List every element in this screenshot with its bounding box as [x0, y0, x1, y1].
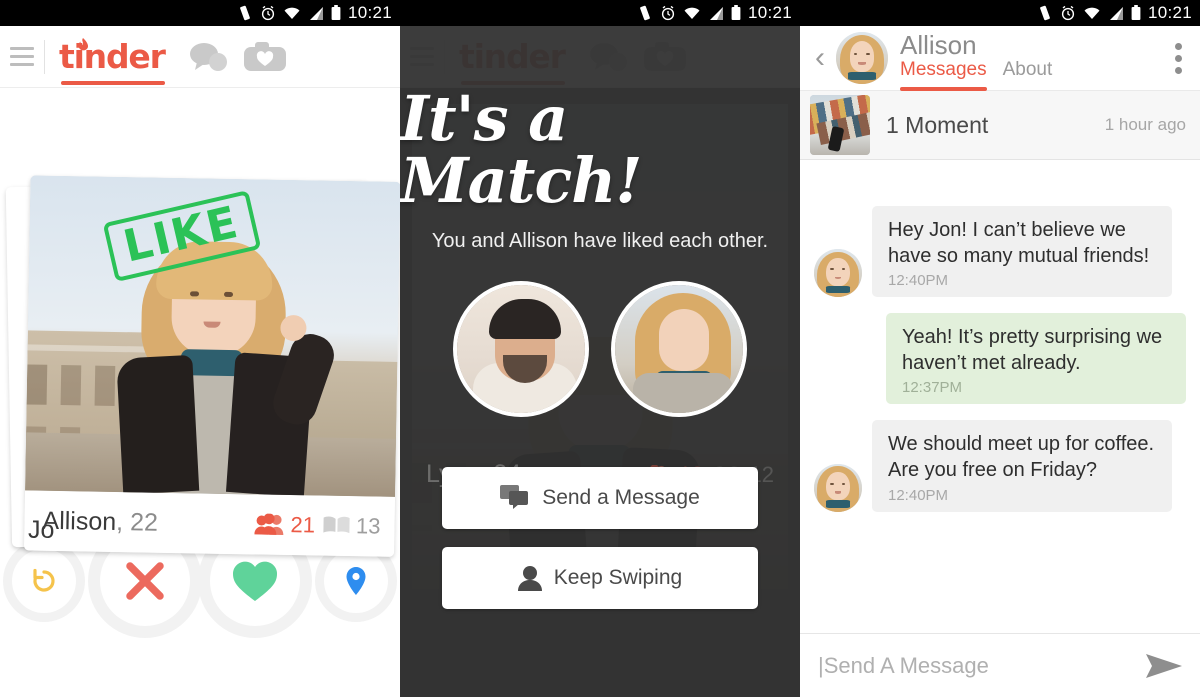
vibrate-icon	[1040, 5, 1050, 21]
alarm-icon	[1061, 5, 1075, 21]
message-bubble: We should meet up for coffee. Are you fr…	[872, 420, 1172, 512]
vibrate-icon	[240, 5, 250, 21]
common-interests-stat: 13	[322, 513, 381, 540]
flame-icon	[78, 38, 89, 51]
alarm-icon	[261, 5, 275, 21]
heart-icon	[232, 561, 278, 601]
chat-tabs: Messages About	[900, 59, 1053, 92]
wifi-icon	[1084, 7, 1100, 19]
message-row: Hey Jon! I can’t believe we have so many…	[814, 206, 1186, 298]
kebab-menu-icon[interactable]	[1169, 37, 1188, 80]
screen-swipe-deck: 10:21 tinder Jo LIKE Allison, 22 21 13	[0, 0, 400, 697]
message-composer[interactable]: |Send A Message	[800, 633, 1200, 697]
signal-icon	[1109, 6, 1123, 20]
profile-photo: LIKE	[25, 175, 400, 497]
battery-icon	[731, 5, 741, 20]
tinder-logo-text: tinder	[59, 37, 166, 76]
match-actions: Send a Message Keep Swiping	[442, 467, 758, 627]
app-nav-bar: tinder	[0, 26, 400, 88]
profile-card[interactable]: LIKE Allison, 22 21 13	[24, 175, 400, 557]
battery-icon	[1131, 5, 1141, 20]
page-title: Allison	[900, 29, 977, 60]
person-icon	[517, 566, 542, 591]
message-list: Hey Jon! I can’t believe we have so many…	[800, 160, 1200, 633]
tinder-logo[interactable]: tinder	[55, 37, 169, 85]
signal-icon	[309, 6, 323, 20]
keep-swiping-label: Keep Swiping	[553, 566, 683, 589]
moment-row[interactable]: 1 Moment 1 hour ago	[800, 90, 1200, 160]
status-bar: 10:21	[400, 0, 800, 26]
back-chevron-icon[interactable]: ‹	[810, 43, 830, 73]
status-bar: 10:21	[800, 0, 1200, 26]
tab-messages[interactable]: Messages	[900, 59, 987, 92]
card-deck: Jo LIKE Allison, 22 21 13	[0, 88, 400, 557]
map-pin-icon	[346, 567, 366, 595]
avatar-you[interactable]	[453, 281, 589, 417]
rewind-icon	[33, 568, 55, 592]
profile-info: Allison, 22 21 13	[24, 490, 396, 557]
send-a-message-label: Send a Message	[542, 486, 700, 509]
avatar	[814, 249, 862, 298]
x-icon	[126, 562, 164, 600]
camera-heart-icon[interactable]	[243, 41, 287, 73]
moment-timestamp: 1 hour ago	[1104, 115, 1186, 134]
hamburger-icon[interactable]	[8, 47, 34, 66]
avatar[interactable]	[836, 32, 888, 84]
status-bar: 10:21	[0, 0, 400, 26]
wifi-icon	[684, 7, 700, 19]
people-icon	[254, 513, 284, 535]
screen-its-a-match: 10:21 tinder	[400, 0, 800, 697]
status-bar-clock: 10:21	[347, 3, 392, 22]
moment-title: 1 Moment	[886, 111, 989, 138]
mutual-friends-count: 21	[290, 512, 316, 538]
book-icon	[322, 516, 350, 534]
common-interests-count: 13	[355, 513, 381, 539]
match-avatars	[453, 281, 747, 417]
message-input[interactable]: |Send A Message	[818, 653, 989, 679]
vibrate-icon	[640, 5, 650, 21]
message-text: We should meet up for coffee. Are you fr…	[888, 433, 1155, 481]
send-arrow-icon[interactable]	[1144, 651, 1184, 681]
location-button[interactable]	[324, 549, 388, 613]
chat-bubbles-icon	[500, 485, 529, 509]
screen-chat: 10:21 ‹ Allison Messages About 1 Moment …	[800, 0, 1200, 697]
keep-swiping-button[interactable]: Keep Swiping	[442, 547, 758, 609]
message-time: 12:37PM	[902, 379, 963, 397]
battery-icon	[331, 5, 341, 20]
message-row: Yeah! It’s pretty surprising we haven’t …	[814, 313, 1186, 405]
status-bar-clock: 10:21	[747, 3, 792, 22]
tab-about[interactable]: About	[1003, 59, 1053, 84]
message-bubble: Yeah! It’s pretty surprising we haven’t …	[886, 313, 1186, 405]
card-behind-name: Jo	[28, 516, 55, 544]
profile-name: Allison, 22	[42, 506, 159, 537]
avatar	[814, 463, 862, 512]
avatar-allison[interactable]	[611, 281, 747, 417]
signal-icon	[709, 6, 723, 20]
message-row: We should meet up for coffee. Are you fr…	[814, 420, 1186, 512]
message-text: Hey Jon! I can’t believe we have so many…	[888, 219, 1150, 267]
wifi-icon	[284, 7, 300, 19]
match-subtitle: You and Allison have liked each other.	[431, 230, 769, 252]
nav-divider	[44, 39, 45, 74]
screenshot-triptych: 10:21 tinder Jo LIKE Allison, 22 21 13 1…	[0, 0, 1200, 697]
alarm-icon	[661, 5, 675, 21]
profile-age: 22	[129, 507, 159, 537]
rewind-button[interactable]	[12, 549, 76, 613]
message-time: 12:40PM	[888, 486, 949, 504]
send-a-message-button[interactable]: Send a Message	[442, 467, 758, 529]
message-text: Yeah! It’s pretty surprising we haven’t …	[902, 326, 1163, 374]
active-tab-underline	[61, 81, 165, 85]
match-title: It's a Match!	[400, 82, 643, 217]
mutual-friends-stat: 21	[254, 511, 315, 538]
chat-bubbles-icon[interactable]	[189, 41, 229, 73]
chat-header: ‹ Allison Messages About	[800, 26, 1200, 92]
message-bubble: Hey Jon! I can’t believe we have so many…	[872, 206, 1172, 298]
moment-thumbnail	[810, 95, 870, 155]
message-time: 12:40PM	[888, 272, 949, 290]
status-bar-clock: 10:21	[1147, 3, 1192, 22]
